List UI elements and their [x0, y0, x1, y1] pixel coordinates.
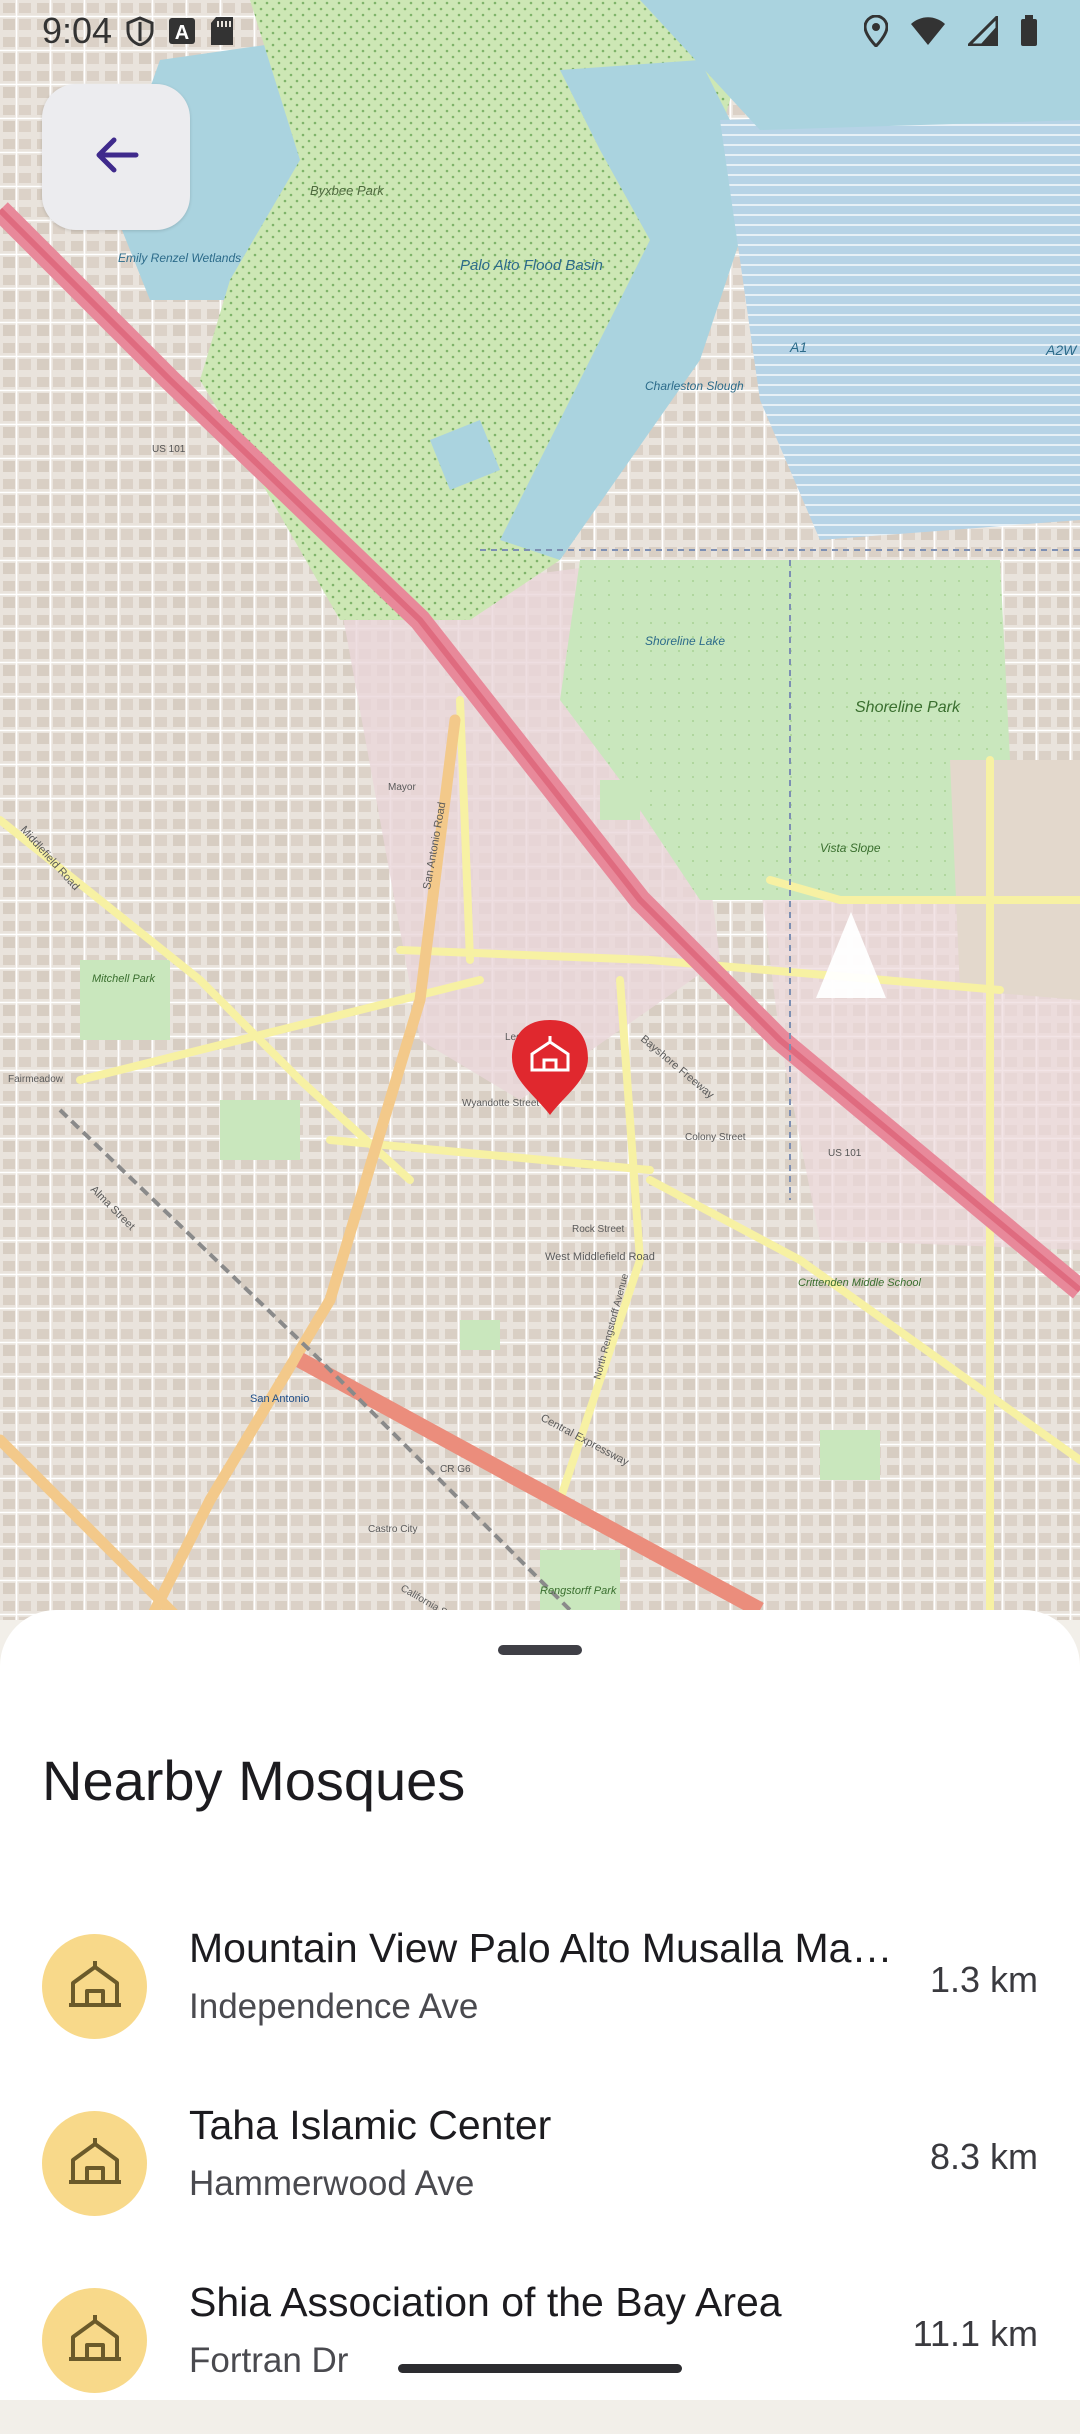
map-label-colony: Colony Street: [685, 1132, 746, 1143]
mosque-street: Fortran Dr: [189, 2341, 349, 2380]
mosque-list: Mountain View Palo Alto Musalla Masjid I…: [0, 1903, 1080, 2434]
map-label-mayor: Mayor: [388, 782, 416, 793]
mosque-name: Taha Islamic Center: [189, 2102, 552, 2148]
mosque-name: Mountain View Palo Alto Musalla Masjid: [189, 1925, 909, 1971]
map-label-us101-b: US 101: [828, 1148, 862, 1159]
mosque-distance: 8.3 km: [929, 2136, 1038, 2177]
wifi-icon: [910, 16, 946, 46]
map-label-rock: Rock Street: [572, 1224, 624, 1235]
mosque-icon: [67, 2313, 123, 2368]
map-label-cr-g6: CR G6: [440, 1464, 471, 1475]
mosque-avatar: [42, 2111, 147, 2216]
mosque-list-item[interactable]: Taha Islamic Center Hammerwood Ave 8.3 k…: [0, 2080, 1080, 2257]
mosque-list-item[interactable]: Mountain View Palo Alto Musalla Masjid I…: [0, 1903, 1080, 2080]
mosque-icon: [67, 2136, 123, 2191]
sd-card-icon: [210, 16, 234, 46]
back-button[interactable]: [42, 84, 190, 230]
mosque-name: Shia Association of the Bay Area: [189, 2279, 782, 2325]
map-label-shoreline-park: Shoreline Park: [855, 699, 961, 716]
map-label-a2w: A2W: [1045, 342, 1078, 358]
map-label-fairmeadow: Fairmeadow: [8, 1074, 64, 1085]
map-label-mitchell: Mitchell Park: [92, 973, 155, 985]
signal-icon: [968, 16, 998, 46]
map-label-san-antonio: San Antonio: [250, 1393, 309, 1405]
map-label-castro-city: Castro City: [368, 1524, 417, 1535]
mosque-street: Hammerwood Ave: [189, 2164, 475, 2203]
mosque-avatar: [42, 2288, 147, 2393]
mosque-avatar: [42, 1934, 147, 2039]
status-bar: 9:04 A: [0, 0, 1080, 62]
map-label-renzel: Emily Renzel Wetlands: [118, 251, 241, 265]
map-label-flood-basin: Palo Alto Flood Basin: [460, 257, 603, 274]
bottom-sheet: Nearby Mosques Mountain View Palo Alto M…: [0, 1610, 1080, 2400]
svg-text:A: A: [175, 22, 189, 44]
mosque-distance: 1.3 km: [929, 1959, 1038, 2000]
mosque-street: Independence Ave: [189, 1987, 479, 2026]
map-label-rengstorff: Rengstorff Park: [540, 1585, 617, 1597]
map-view[interactable]: Byxbee Park Emily Renzel Wetlands Palo A…: [0, 0, 1080, 1620]
map-label-a1: A1: [789, 339, 807, 355]
map-label-byxbee: Byxbee Park: [310, 183, 385, 198]
map-label-us101-a: US 101: [152, 444, 186, 455]
location-icon: [864, 15, 888, 47]
map-label-shoreline-lake: Shoreline Lake: [645, 634, 725, 648]
mosque-list-item[interactable]: Shia Association of the Bay Area Fortran…: [0, 2257, 1080, 2434]
battery-icon: [1020, 15, 1038, 47]
status-time: 9:04: [42, 10, 113, 51]
font-app-icon: A: [168, 17, 196, 45]
map-label-wyandotte: Wyandotte Street: [462, 1098, 539, 1109]
map-label-vista-slope: Vista Slope: [820, 841, 881, 855]
shield-icon: [126, 16, 154, 46]
map-label-charleston: Charleston Slough: [645, 379, 744, 393]
map-label-crittenden: Crittenden Middle School: [798, 1277, 921, 1289]
gesture-nav-handle[interactable]: [398, 2364, 682, 2373]
arrow-back-icon: [92, 135, 140, 180]
mosque-icon: [67, 1959, 123, 2014]
map-label-west-middlefield: West Middlefield Road: [545, 1251, 655, 1263]
drag-handle[interactable]: [498, 1645, 582, 1655]
sheet-title: Nearby Mosques: [42, 1749, 466, 1812]
mosque-distance: 11.1 km: [912, 2313, 1038, 2354]
